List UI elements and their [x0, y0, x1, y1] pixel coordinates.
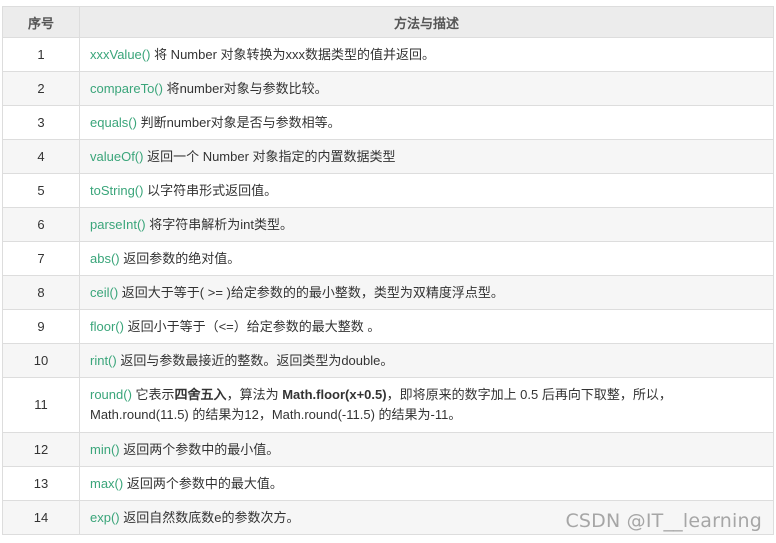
- row-desc: valueOf() 返回一个 Number 对象指定的内置数据类型: [79, 139, 774, 174]
- method-link[interactable]: equals(): [90, 115, 137, 130]
- table-header-row: 序号 方法与描述: [2, 6, 774, 38]
- method-link[interactable]: toString(): [90, 183, 143, 198]
- method-desc-bold: 四舍五入: [174, 387, 227, 402]
- row-index: 9: [2, 309, 80, 344]
- methods-table: 序号 方法与描述 1 xxxValue() 将 Number 对象转换为xxx数…: [2, 6, 774, 535]
- row-index: 13: [2, 466, 80, 501]
- row-desc: rint() 返回与参数最接近的整数。返回类型为double。: [79, 343, 774, 378]
- method-desc: 它表示: [131, 387, 175, 402]
- method-desc: 将 Number 对象转换为xxx数据类型的值并返回。: [150, 46, 436, 62]
- row-desc: compareTo() 将number对象与参数比较。: [79, 71, 774, 106]
- method-link[interactable]: parseInt(): [90, 217, 146, 232]
- row-index: 8: [2, 275, 80, 310]
- table-row: 9 floor() 返回小于等于（<=）给定参数的最大整数 。: [2, 309, 774, 344]
- row-desc: min() 返回两个参数中的最小值。: [79, 432, 774, 467]
- row-index: 1: [2, 37, 80, 72]
- row-index: 10: [2, 343, 80, 378]
- table-row: 13 max() 返回两个参数中的最大值。: [2, 466, 774, 501]
- row-index: 4: [2, 139, 80, 174]
- row-index: 11: [2, 377, 80, 433]
- table-row: 11 round() 它表示四舍五入，算法为 Math.floor(x+0.5)…: [2, 377, 774, 433]
- table-row: 1 xxxValue() 将 Number 对象转换为xxx数据类型的值并返回。: [2, 37, 774, 72]
- table-row: 10 rint() 返回与参数最接近的整数。返回类型为double。: [2, 343, 774, 378]
- method-desc: 将number对象与参数比较。: [162, 80, 328, 96]
- table-row: 8 ceil() 返回大于等于( >= )给定参数的的最小整数，类型为双精度浮点…: [2, 275, 774, 310]
- watermark: CSDN @IT__learning: [565, 510, 762, 532]
- row-index: 5: [2, 173, 80, 208]
- row-index: 12: [2, 432, 80, 467]
- method-desc: 将字符串解析为int类型。: [145, 216, 293, 232]
- row-desc: floor() 返回小于等于（<=）给定参数的最大整数 。: [79, 309, 774, 344]
- table-row: 3 equals() 判断number对象是否与参数相等。: [2, 105, 774, 140]
- method-desc: 返回一个 Number 对象指定的内置数据类型: [143, 148, 396, 164]
- row-index: 14: [2, 500, 80, 535]
- table-row: 6 parseInt() 将字符串解析为int类型。: [2, 207, 774, 242]
- method-link[interactable]: floor(): [90, 319, 124, 334]
- method-link[interactable]: rint(): [90, 353, 117, 368]
- method-link[interactable]: exp(): [90, 510, 120, 525]
- method-desc: 判断number对象是否与参数相等。: [136, 114, 341, 130]
- row-desc: round() 它表示四舍五入，算法为 Math.floor(x+0.5)，即将…: [79, 377, 774, 433]
- row-index: 6: [2, 207, 80, 242]
- method-link[interactable]: abs(): [90, 251, 120, 266]
- method-link[interactable]: xxxValue(): [90, 47, 150, 62]
- row-desc: max() 返回两个参数中的最大值。: [79, 466, 774, 501]
- method-link[interactable]: min(): [90, 442, 120, 457]
- method-link[interactable]: valueOf(): [90, 149, 143, 164]
- table-row: 7 abs() 返回参数的绝对值。: [2, 241, 774, 276]
- row-desc: ceil() 返回大于等于( >= )给定参数的的最小整数，类型为双精度浮点型。: [79, 275, 774, 310]
- method-desc-bold: Math.floor(x+0.5): [282, 387, 387, 402]
- table-row: 12 min() 返回两个参数中的最小值。: [2, 432, 774, 467]
- method-desc: 返回与参数最接近的整数。返回类型为double。: [116, 352, 394, 368]
- method-desc: 以字符串形式返回值。: [143, 182, 278, 198]
- row-index: 3: [2, 105, 80, 140]
- method-desc: ，算法为: [226, 387, 283, 402]
- method-desc: 返回自然数底数e的参数次方。: [119, 509, 300, 525]
- row-desc: xxxValue() 将 Number 对象转换为xxx数据类型的值并返回。: [79, 37, 774, 72]
- method-desc: 返回小于等于（<=）给定参数的最大整数 。: [123, 318, 381, 334]
- method-desc: 返回两个参数中的最小值。: [119, 441, 280, 457]
- table-row: 5 toString() 以字符串形式返回值。: [2, 173, 774, 208]
- table-row: 4 valueOf() 返回一个 Number 对象指定的内置数据类型: [2, 139, 774, 174]
- method-link[interactable]: round(): [90, 387, 132, 402]
- method-desc: 返回大于等于( >= )给定参数的的最小整数，类型为双精度浮点型。: [118, 284, 504, 300]
- row-index: 2: [2, 71, 80, 106]
- table-row: 2 compareTo() 将number对象与参数比较。: [2, 71, 774, 106]
- method-desc: 返回两个参数中的最大值。: [123, 475, 283, 491]
- method-link[interactable]: compareTo(): [90, 81, 163, 96]
- row-index: 7: [2, 241, 80, 276]
- row-desc: toString() 以字符串形式返回值。: [79, 173, 774, 208]
- methods-table-container: 序号 方法与描述 1 xxxValue() 将 Number 对象转换为xxx数…: [2, 6, 774, 535]
- method-desc: 返回参数的绝对值。: [119, 250, 241, 266]
- header-method: 方法与描述: [79, 6, 774, 38]
- header-index: 序号: [2, 6, 80, 38]
- row-desc: parseInt() 将字符串解析为int类型。: [79, 207, 774, 242]
- method-link[interactable]: max(): [90, 476, 123, 491]
- row-desc: equals() 判断number对象是否与参数相等。: [79, 105, 774, 140]
- method-link[interactable]: ceil(): [90, 285, 118, 300]
- row-desc: abs() 返回参数的绝对值。: [79, 241, 774, 276]
